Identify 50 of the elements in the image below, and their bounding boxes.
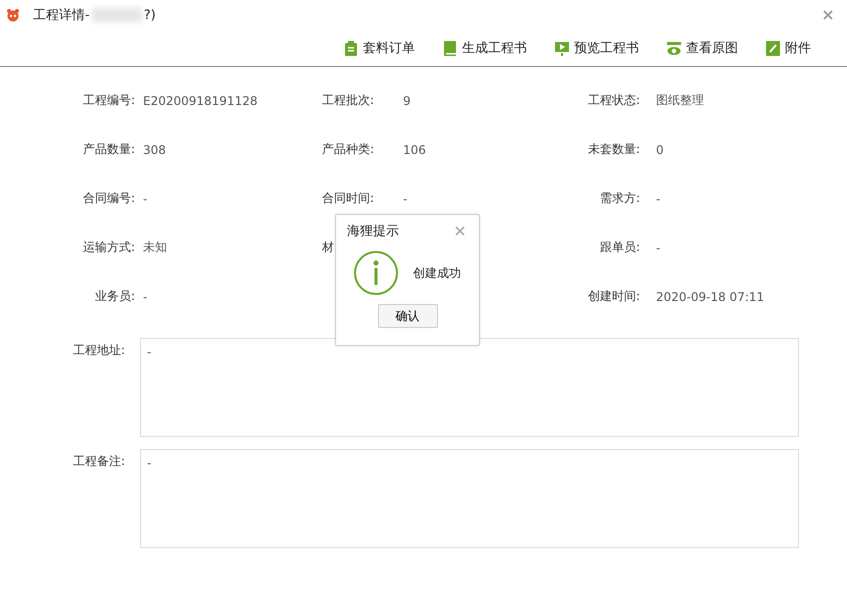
- field-label: 合同编号:: [82, 191, 135, 205]
- field-value: -: [143, 290, 148, 304]
- field-label: 合同时间:: [322, 191, 374, 205]
- text-area[interactable]: -: [140, 338, 799, 437]
- info-icon: [353, 250, 399, 296]
- window-title: 工程详情-: [33, 7, 90, 24]
- dialog-message: 创建成功: [413, 264, 461, 282]
- field-label: 创建时间:: [588, 289, 640, 303]
- book-icon: [443, 40, 457, 56]
- field-label: 工程状态:: [588, 93, 640, 107]
- text-area[interactable]: -: [140, 449, 799, 548]
- toolbar-button[interactable]: 套料订单: [334, 39, 425, 57]
- toolbar-button[interactable]: 查看原图: [657, 39, 748, 57]
- field-value: -: [656, 192, 660, 206]
- field-value: -: [143, 192, 148, 206]
- field-value: -: [403, 192, 408, 206]
- app-logo-icon: [6, 8, 20, 22]
- toolbar-button[interactable]: 附件: [756, 39, 821, 57]
- field-label: 工程编号:: [82, 93, 135, 107]
- clipboard-icon: [344, 40, 358, 56]
- field-label: 运输方式:: [82, 240, 135, 254]
- window-title-suffix: ?): [144, 8, 156, 22]
- field-value: 未知: [143, 240, 167, 254]
- field-value: -: [656, 240, 660, 254]
- toolbar-button[interactable]: 生成工程书: [433, 39, 537, 57]
- field-label: 工程地址:: [72, 342, 125, 359]
- field-value: 106: [403, 142, 426, 156]
- field-value: 图纸整理: [656, 93, 704, 107]
- close-icon[interactable]: [455, 226, 465, 236]
- field-value: 9: [403, 94, 411, 108]
- field-label: 业务员:: [94, 289, 135, 303]
- field-label: 工程备注:: [72, 453, 125, 470]
- field-label: 跟单员:: [600, 240, 640, 254]
- field-label: 材: [322, 240, 334, 254]
- field-label: 未套数量:: [588, 142, 640, 156]
- play-screen-icon: [555, 40, 569, 56]
- toolbar-button[interactable]: 预览工程书: [545, 39, 649, 57]
- eye-icon: [667, 40, 681, 56]
- close-icon[interactable]: [823, 10, 833, 20]
- pencil-icon: [766, 40, 780, 56]
- dialog-title: 海狸提示: [347, 223, 399, 240]
- field-value: E20200918191128: [143, 94, 258, 108]
- field-label: 工程批次:: [322, 93, 374, 107]
- field-label: 产品数量:: [82, 142, 135, 156]
- field-value: 0: [656, 142, 664, 156]
- field-value: 2020-09-18 07:11: [656, 290, 764, 304]
- field-label: 产品种类:: [322, 142, 374, 156]
- confirm-button[interactable]: 确认: [378, 304, 438, 328]
- field-label: 需求方:: [600, 191, 640, 205]
- field-value: 308: [143, 142, 166, 156]
